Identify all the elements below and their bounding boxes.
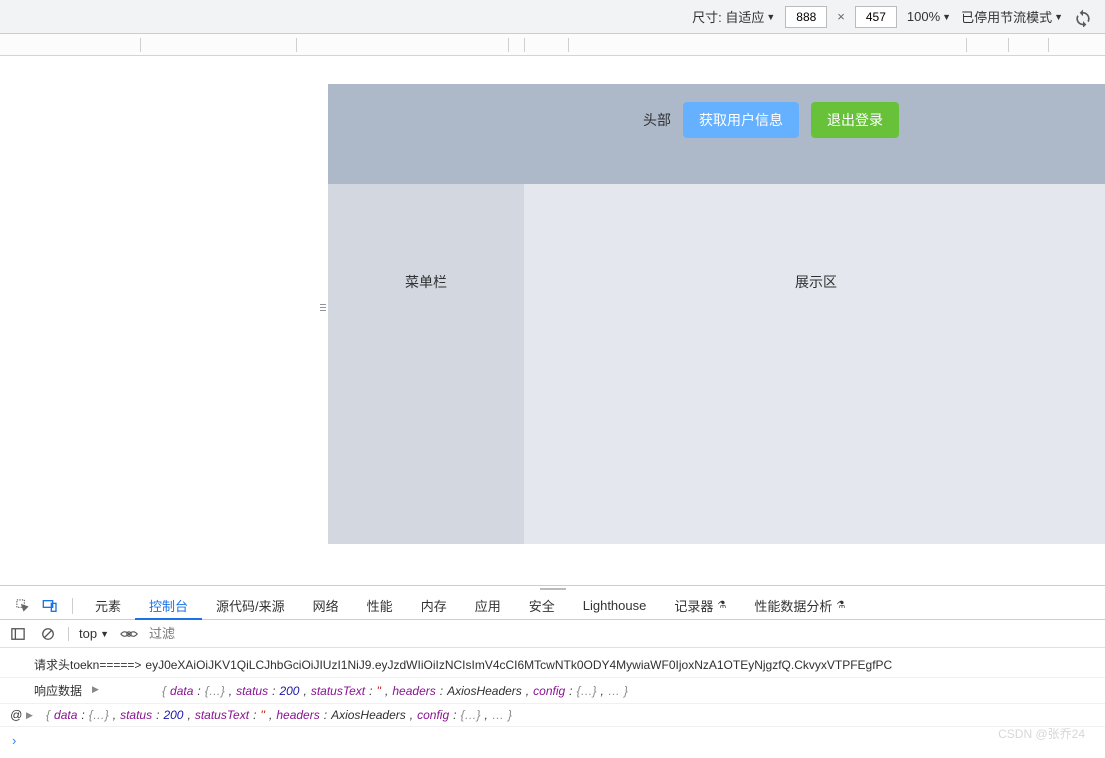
flask-icon: ⚗ [717, 600, 726, 611]
tab-application[interactable]: 应用 [461, 592, 515, 620]
chevron-down-icon: ▼ [100, 629, 109, 639]
console-prompt[interactable]: › [0, 727, 1105, 754]
console-log-line[interactable]: 请求头toekn=====> eyJ0eXAiOiJKV1QiLCJhbGciO… [0, 652, 1105, 678]
header-label: 头部 [643, 102, 671, 138]
tab-performance[interactable]: 性能 [353, 592, 407, 620]
devtools-tab-strip: 元素 控制台 源代码/来源 网络 性能 内存 应用 安全 Lighthouse … [0, 592, 1105, 620]
watermark: CSDN @张乔24 [998, 725, 1085, 742]
app-body: 菜单栏 展示区 [328, 184, 1105, 544]
height-input[interactable] [855, 6, 897, 28]
throttling-dropdown[interactable]: 已停用节流模式 ▼ [961, 7, 1063, 26]
get-user-info-button[interactable]: 获取用户信息 [683, 102, 799, 138]
app-main: 展示区 [524, 184, 1105, 544]
tab-memory[interactable]: 内存 [407, 592, 461, 620]
log-token: eyJ0eXAiOiJKV1QiLCJhbGciOiJIUzI1NiJ9.eyJ… [145, 658, 892, 672]
tab-elements[interactable]: 元素 [81, 592, 135, 620]
console-log-line[interactable]: 响应数据 ▶ { data: {…}, status: 200, statusT… [0, 678, 1105, 704]
main-label: 展示区 [795, 272, 837, 292]
resize-handle[interactable] [320, 304, 326, 326]
app-header: 头部 获取用户信息 退出登录 [328, 84, 1105, 184]
tab-perf-insights[interactable]: 性能数据分析⚗ [740, 592, 859, 620]
chevron-down-icon: ▼ [1054, 12, 1063, 22]
tab-console[interactable]: 控制台 [135, 592, 202, 620]
console-toolbar: top ▼ [0, 620, 1105, 648]
tab-network[interactable]: 网络 [299, 592, 353, 620]
zoom-label: 100% [907, 9, 940, 24]
log-location: @ [10, 708, 22, 722]
zoom-dropdown[interactable]: 100% ▼ [907, 9, 951, 24]
tab-lighthouse[interactable]: Lighthouse [569, 592, 661, 620]
separator [68, 627, 69, 641]
chevron-down-icon: ▼ [766, 12, 775, 22]
tab-recorder[interactable]: 记录器⚗ [660, 592, 740, 620]
rotate-icon[interactable] [1073, 7, 1093, 27]
ruler-strip [0, 34, 1105, 56]
log-prefix: 请求头toekn=====> [34, 656, 141, 673]
filter-input[interactable] [149, 626, 349, 641]
sidebar-label: 菜单栏 [405, 272, 447, 292]
expand-arrow-icon[interactable]: ▶ [26, 710, 33, 721]
separator [72, 598, 73, 614]
width-input[interactable] [785, 6, 827, 28]
expand-arrow-icon[interactable]: ▶ [92, 684, 99, 695]
clear-console-icon[interactable] [38, 624, 58, 644]
app-sidebar: 菜单栏 [328, 184, 524, 544]
inspect-icon[interactable] [8, 592, 36, 620]
live-expression-icon[interactable] [119, 624, 139, 644]
dimensions-dropdown[interactable]: 尺寸: 自适应 ▼ [692, 7, 775, 26]
log-prefix: 响应数据 [34, 682, 82, 699]
logout-button[interactable]: 退出登录 [811, 102, 899, 138]
context-selector[interactable]: top ▼ [79, 626, 109, 641]
dimensions-label: 尺寸: 自适应 [692, 7, 764, 26]
app-preview: 头部 获取用户信息 退出登录 菜单栏 展示区 [328, 84, 1105, 544]
tab-sources[interactable]: 源代码/来源 [202, 592, 299, 620]
context-label: top [79, 626, 97, 641]
console-output: 请求头toekn=====> eyJ0eXAiOiJKV1QiLCJhbGciO… [0, 648, 1105, 758]
dimension-separator: × [837, 9, 845, 24]
console-log-line[interactable]: @ ▶ { data: {…}, status: 200, statusText… [0, 704, 1105, 727]
devtools-panel: 元素 控制台 源代码/来源 网络 性能 内存 应用 安全 Lighthouse … [0, 585, 1105, 758]
device-viewport: 头部 获取用户信息 退出登录 菜单栏 展示区 [0, 56, 1105, 546]
device-toolbar: 尺寸: 自适应 ▼ × 100% ▼ 已停用节流模式 ▼ [0, 0, 1105, 34]
console-sidebar-toggle-icon[interactable] [8, 624, 28, 644]
chevron-down-icon: ▼ [942, 12, 951, 22]
device-toggle-icon[interactable] [36, 592, 64, 620]
flask-icon: ⚗ [836, 600, 845, 611]
throttling-label: 已停用节流模式 [961, 7, 1052, 26]
tab-security[interactable]: 安全 [515, 592, 569, 620]
